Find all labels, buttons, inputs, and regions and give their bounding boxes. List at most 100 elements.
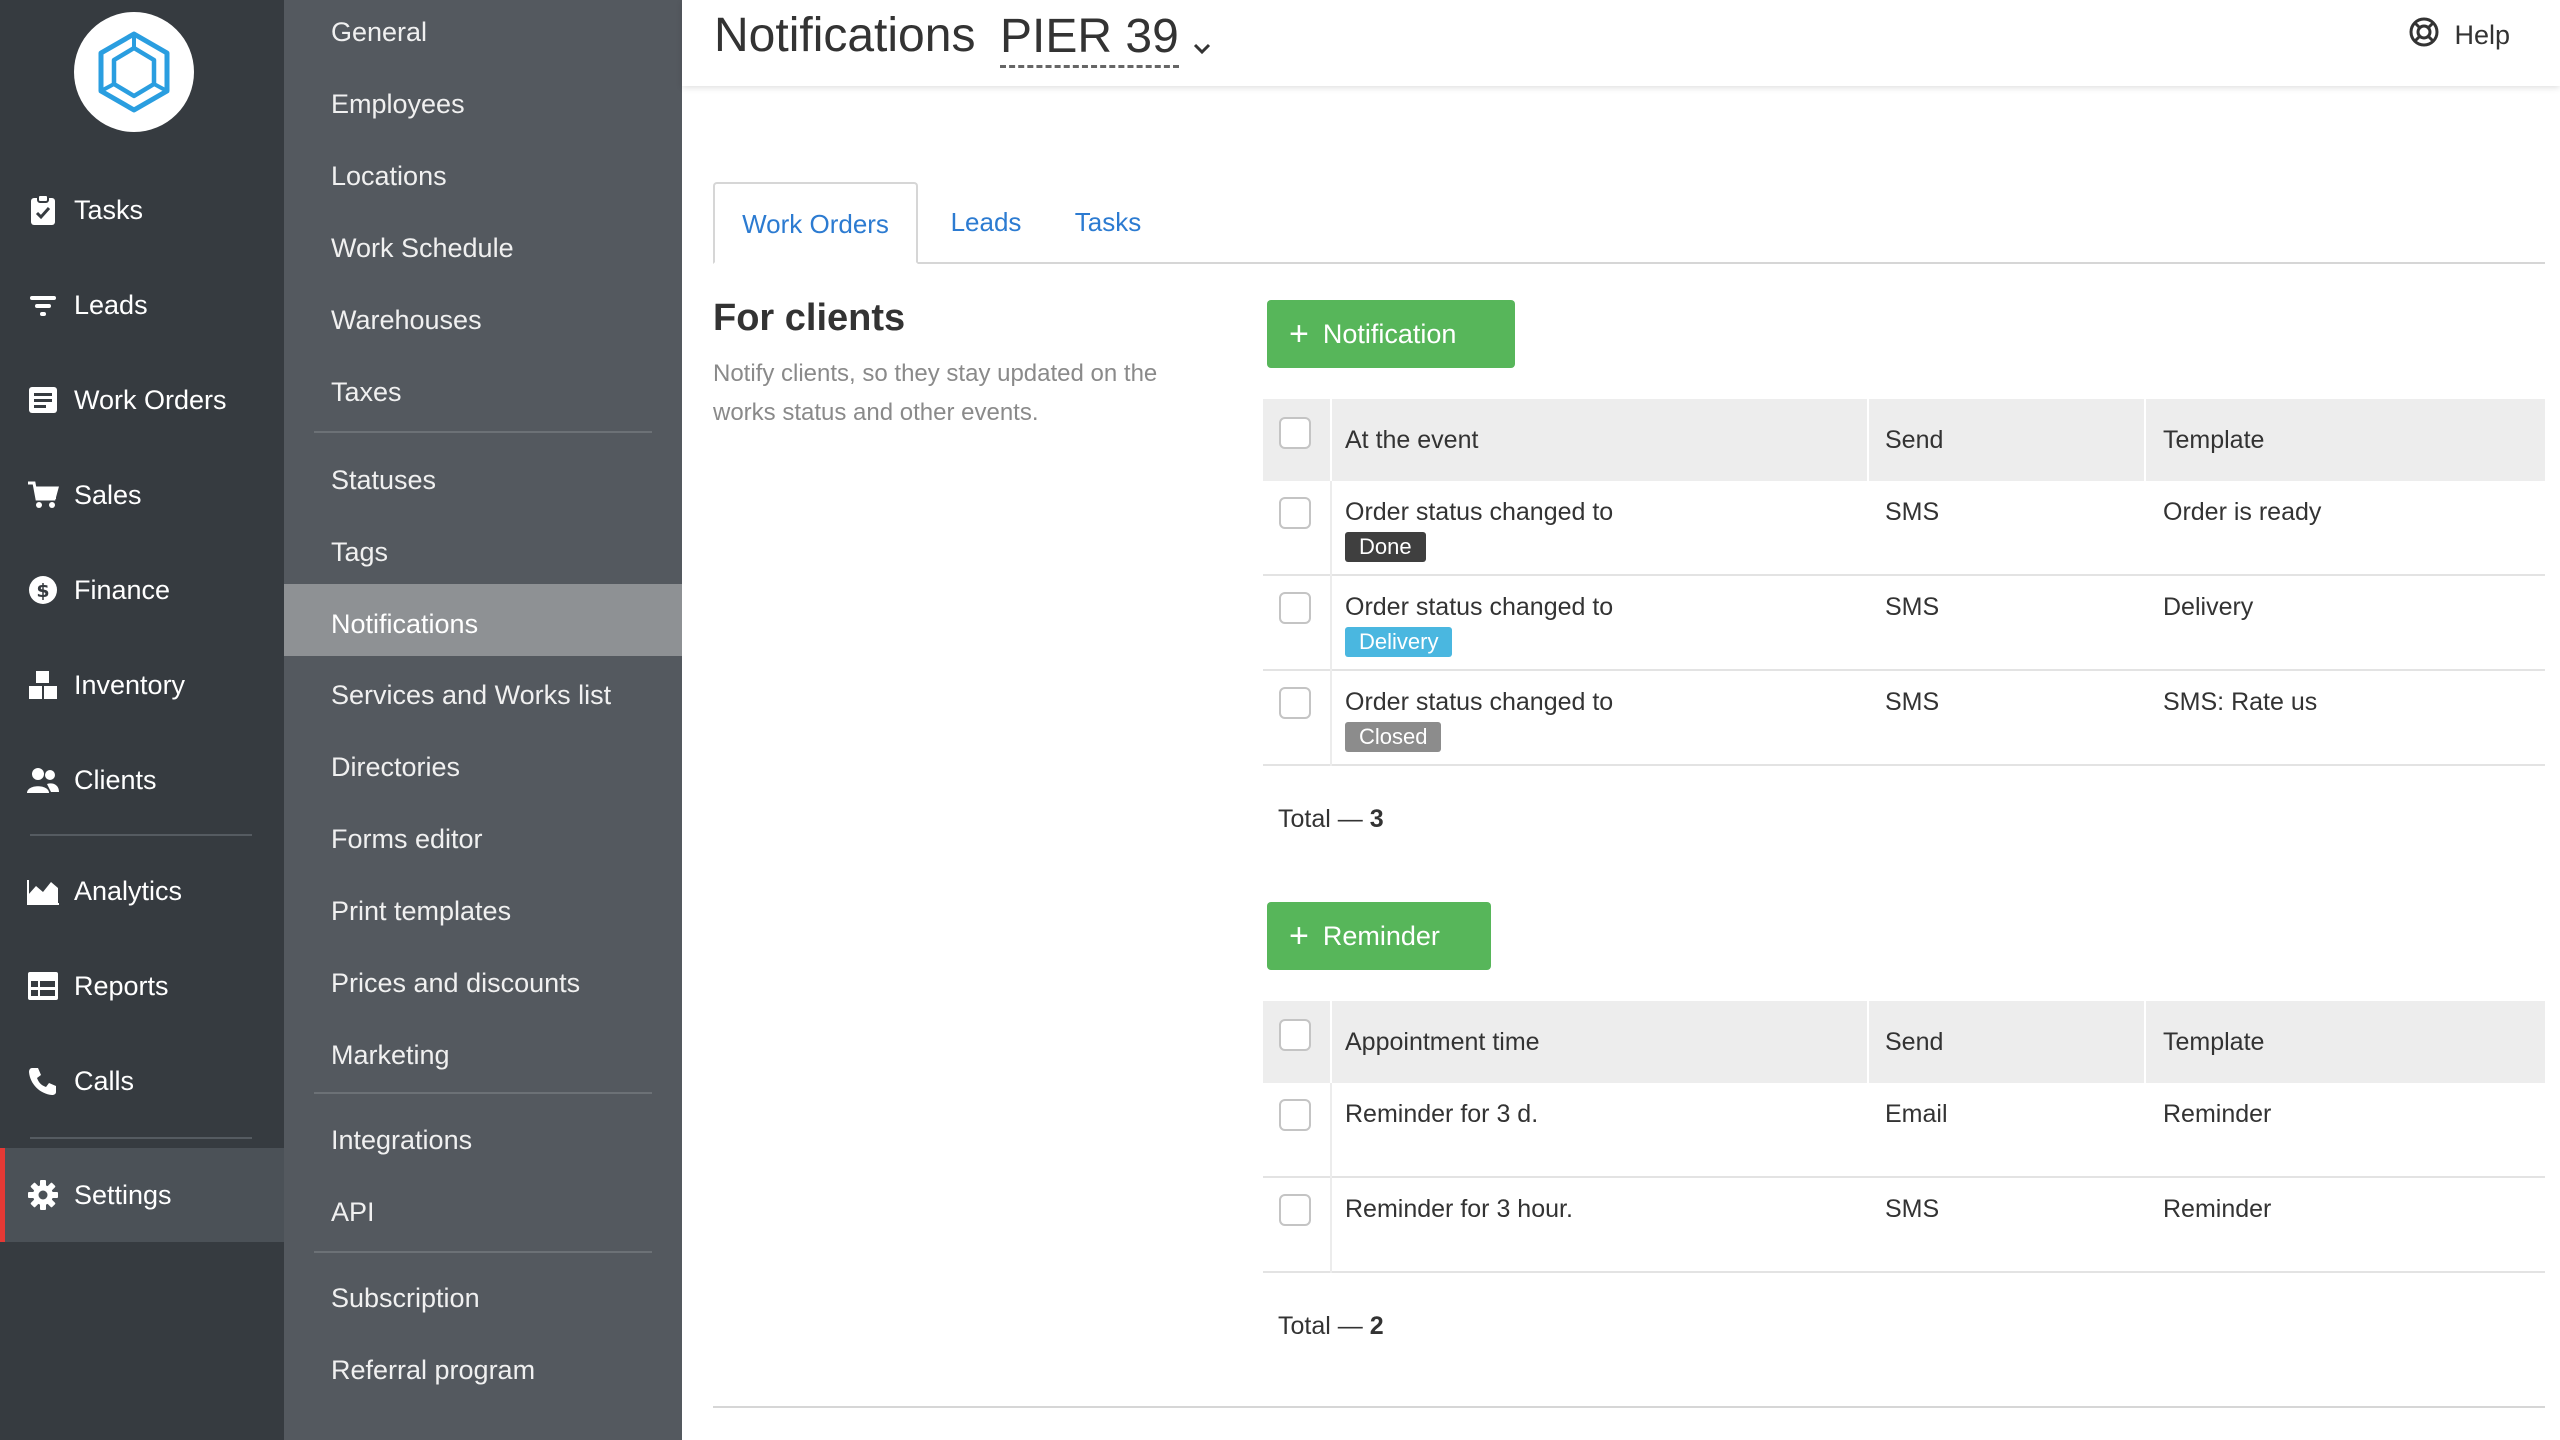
column-divider (1330, 481, 1332, 576)
submenu-item-directories[interactable]: Directories (284, 731, 682, 803)
send-channel: Email (1885, 1100, 1948, 1128)
add-notification-button[interactable]: + Notification (1267, 300, 1515, 368)
page-title: Notifications (714, 9, 976, 62)
submenu-item-general[interactable]: General (284, 0, 682, 68)
submenu-item-forms-editor[interactable]: Forms editor (284, 803, 682, 875)
submenu-item-notifications[interactable]: Notifications (284, 584, 682, 656)
reminders-total: Total — 2 (1278, 1309, 1384, 1343)
submenu-item-work-schedule[interactable]: Work Schedule (284, 212, 682, 284)
table-row[interactable]: Order status changed to Done SMS Order i… (1263, 481, 2545, 576)
event-text: Order status changed to (1345, 498, 1614, 526)
nav-item-label: Calls (74, 1066, 135, 1096)
section-divider (713, 1406, 2545, 1408)
send-channel: SMS (1885, 593, 1940, 621)
svg-text:$: $ (36, 580, 49, 602)
help-link[interactable]: Help (2408, 16, 2510, 55)
total-label: Total — (1278, 805, 1363, 833)
phone-icon (26, 1065, 60, 1097)
nav-item-calls[interactable]: Calls (0, 1034, 284, 1128)
nav-item-label: Settings (74, 1180, 172, 1210)
table-row[interactable]: Reminder for 3 d. Email Reminder (1263, 1083, 2545, 1178)
row-checkbox[interactable] (1279, 592, 1311, 624)
nav-item-label: Inventory (74, 670, 186, 700)
column-divider (2144, 1001, 2146, 1083)
tab-tasks[interactable]: Tasks (1058, 182, 1158, 264)
add-notification-label: Notification (1322, 318, 1457, 349)
help-label: Help (2454, 20, 2510, 50)
chevron-down-icon (1193, 10, 1211, 70)
select-all-checkbox[interactable] (1279, 417, 1311, 449)
reminder-time: Reminder for 3 d. (1345, 1100, 1539, 1128)
nav-item-label: Reports (74, 971, 169, 1001)
location-name: PIER 39 (1000, 9, 1179, 68)
column-divider (1867, 1001, 1869, 1083)
column-divider (1330, 1083, 1332, 1178)
column-header-template: Template (2163, 1028, 2265, 1056)
reminders-table: Appointment time Send Template Reminder … (1263, 1001, 2545, 1274)
select-all-checkbox[interactable] (1279, 1019, 1311, 1051)
template-name: Reminder (2163, 1100, 2272, 1128)
submenu-item-prices-and-discounts[interactable]: Prices and discounts (284, 947, 682, 1019)
nav-item-leads[interactable]: Leads (0, 258, 284, 352)
total-count: 2 (1369, 1312, 1384, 1340)
row-checkbox[interactable] (1279, 497, 1311, 529)
notifications-total: Total — 3 (1278, 802, 1384, 836)
add-reminder-button[interactable]: + Reminder (1267, 902, 1491, 970)
submenu-item-taxes[interactable]: Taxes (284, 356, 682, 428)
table-row[interactable]: Reminder for 3 hour. SMS Reminder (1263, 1178, 2545, 1273)
submenu-item-subscription[interactable]: Subscription (284, 1262, 682, 1334)
submenu-item-locations[interactable]: Locations (284, 140, 682, 212)
row-checkbox[interactable] (1279, 1099, 1311, 1131)
row-checkbox[interactable] (1279, 1194, 1311, 1226)
submenu-divider (314, 1251, 652, 1253)
template-name: Reminder (2163, 1195, 2272, 1223)
table-icon (26, 970, 60, 1002)
event-text: Order status changed to (1345, 593, 1614, 621)
nav-item-inventory[interactable]: Inventory (0, 638, 284, 732)
column-divider (1867, 399, 1869, 481)
gear-icon (26, 1179, 60, 1211)
funnel-icon (26, 289, 60, 321)
submenu-item-api[interactable]: API (284, 1176, 682, 1248)
nav-item-analytics[interactable]: Analytics (0, 844, 284, 938)
reminder-time: Reminder for 3 hour. (1345, 1195, 1573, 1223)
row-checkbox[interactable] (1279, 687, 1311, 719)
submenu-divider (314, 431, 652, 433)
submenu-item-marketing[interactable]: Marketing (284, 1019, 682, 1091)
clipboard-icon (26, 194, 60, 226)
submenu-item-statuses[interactable]: Statuses (284, 444, 682, 516)
status-badge: Closed (1345, 722, 1442, 752)
submenu-item-referral-program[interactable]: Referral program (284, 1334, 682, 1406)
send-channel: SMS (1885, 688, 1940, 716)
nav-divider (30, 1137, 252, 1139)
nav-divider (30, 834, 252, 836)
nav-item-work-orders[interactable]: Work Orders (0, 353, 284, 447)
tab-work-orders[interactable]: Work Orders (713, 182, 918, 264)
column-divider (2144, 399, 2146, 481)
table-row[interactable]: Order status changed to Closed SMS SMS: … (1263, 671, 2545, 766)
submenu-item-employees[interactable]: Employees (284, 68, 682, 140)
work-order-icon (26, 384, 60, 416)
submenu-item-warehouses[interactable]: Warehouses (284, 284, 682, 356)
nav-item-sales[interactable]: Sales (0, 448, 284, 542)
table-row[interactable]: Order status changed to Delivery SMS Del… (1263, 576, 2545, 671)
nav-item-label: Sales (74, 480, 142, 510)
nav-item-settings[interactable]: Settings (0, 1148, 284, 1242)
submenu-item-print-templates[interactable]: Print templates (284, 875, 682, 947)
nav-item-tasks[interactable]: Tasks (0, 163, 284, 257)
submenu-item-tags[interactable]: Tags (284, 516, 682, 588)
notifications-table: At the event Send Template Order status … (1263, 399, 2545, 767)
app-logo[interactable] (74, 12, 194, 132)
location-selector[interactable]: PIER 39 (1000, 6, 1211, 70)
nav-item-clients[interactable]: Clients (0, 733, 284, 827)
dollar-icon: $ (26, 574, 60, 606)
nav-item-finance[interactable]: $ Finance (0, 543, 284, 637)
submenu-divider (314, 1092, 652, 1094)
tab-leads[interactable]: Leads (931, 182, 1041, 264)
submenu-item-integrations[interactable]: Integrations (284, 1104, 682, 1176)
section-title: For clients (713, 297, 906, 339)
submenu-item-services-and-works-list[interactable]: Services and Works list (284, 659, 682, 731)
main-sidebar: Tasks Leads Work Orders Sales $ Finance … (0, 0, 284, 1440)
section-description: Notify clients, so they stay updated on … (713, 360, 1158, 426)
nav-item-reports[interactable]: Reports (0, 939, 284, 1033)
